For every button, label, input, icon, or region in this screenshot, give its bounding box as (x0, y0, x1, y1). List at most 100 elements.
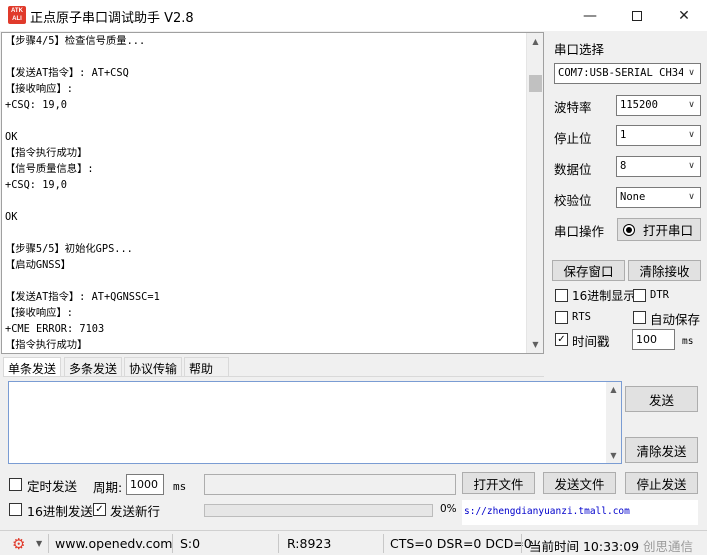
caret-down-icon[interactable]: ▼ (36, 539, 42, 548)
clear-receive-button[interactable]: 清除接收 (628, 260, 701, 281)
title-bar: ATK ALI 正点原子串口调试助手 V2.8 — ✕ (0, 0, 707, 31)
receive-line: 【步骤4/5】检查信号质量... (5, 35, 146, 47)
receive-line: +CSQ: 19,0 (5, 99, 67, 111)
stopbit-select[interactable]: 1 ∨ (616, 125, 701, 146)
send-scrollbar[interactable]: ▲ ▼ (606, 382, 621, 463)
parity-select[interactable]: None ∨ (616, 187, 701, 208)
record-icon (623, 223, 635, 236)
tab-help[interactable]: 帮助 (184, 357, 229, 377)
check-icon: ✓ (557, 334, 566, 345)
period-input[interactable]: 1000 (126, 474, 164, 495)
receive-line (5, 113, 525, 129)
timestamp-label: 时间戳 (572, 334, 610, 349)
tab-single-send[interactable]: 单条发送 (3, 357, 62, 377)
modem-signals: CTS=0 DSR=0 DCD=0 (390, 536, 532, 551)
gear-icon[interactable]: ⚙ (12, 535, 25, 553)
close-icon: ✕ (678, 7, 690, 24)
hex-send-checkbox[interactable] (9, 503, 22, 516)
save-window-button[interactable]: 保存窗口 (552, 260, 625, 281)
receive-line (5, 273, 525, 289)
receive-line: 【步骤5/5】初始化GPS... (5, 243, 133, 255)
sent-count: S:0 (180, 536, 201, 551)
rts-checkbox[interactable] (555, 311, 568, 324)
open-port-button[interactable]: 打开串口 (617, 218, 701, 241)
tab-divider (3, 376, 544, 377)
dtr-label: DTR (650, 289, 669, 301)
check-icon: ✓ (95, 504, 104, 515)
maximize-icon (632, 10, 642, 21)
send-file-button[interactable]: 发送文件 (543, 472, 616, 494)
parity-select-value: None (620, 191, 646, 203)
current-time: 当前时间 10:33:09 (529, 539, 640, 554)
port-select[interactable]: COM7:USB-SERIAL CH340 ∨ (554, 63, 701, 84)
send-newline-label: 发送新行 (110, 504, 161, 519)
receive-line: +CME ERROR: 7103 (5, 323, 105, 335)
status-bar: ⚙ ▼ www.openedv.com S:0 R:8923 CTS=0 DSR… (0, 530, 707, 555)
maximize-button[interactable] (614, 0, 660, 31)
open-file-button[interactable]: 打开文件 (462, 472, 535, 494)
close-button[interactable]: ✕ (661, 0, 707, 31)
scroll-up-icon[interactable]: ▲ (606, 382, 621, 397)
parity-label: 校验位 (554, 193, 592, 208)
stopbit-label: 停止位 (554, 131, 592, 146)
chevron-down-icon: ∨ (683, 96, 700, 115)
hex-send-label: 16进制发送 (27, 504, 93, 519)
status-separator (48, 534, 49, 553)
chevron-down-icon: ∨ (683, 188, 700, 207)
receive-line: +CSQ: 19,0 (5, 179, 67, 191)
baud-select[interactable]: 115200 ∨ (616, 95, 701, 116)
tab-protocol[interactable]: 协议传输 (124, 357, 183, 377)
clear-send-button[interactable]: 清除发送 (625, 437, 698, 463)
operation-label: 串口操作 (554, 224, 605, 239)
receive-line: 【发送AT指令】: AT+QGNSSC=1 (5, 291, 160, 303)
hex-display-checkbox[interactable] (555, 289, 568, 302)
timestamp-checkbox[interactable]: ✓ (555, 333, 568, 346)
tab-multi-send[interactable]: 多条发送 (64, 357, 123, 377)
store-link[interactable]: s://zhengdianyuanzi.tmall.com (464, 506, 630, 517)
receive-line: 【接收响应】: (5, 83, 73, 95)
databit-select[interactable]: 8 ∨ (616, 156, 701, 177)
port-select-label: 串口选择 (554, 42, 605, 57)
baud-select-value: 115200 (620, 99, 658, 111)
port-select-value: COM7:USB-SERIAL CH340 (558, 67, 691, 79)
stop-send-button[interactable]: 停止发送 (625, 472, 698, 494)
file-path-field[interactable] (204, 474, 456, 495)
receive-line: 【接收响应】: (5, 307, 73, 319)
chevron-down-icon: ∨ (683, 157, 700, 176)
watermark: 创思通信 (643, 539, 694, 554)
scroll-down-icon[interactable]: ▼ (606, 448, 621, 463)
receive-line: 【启动GNSS】 (5, 259, 71, 271)
received-count: R:8923 (287, 536, 332, 551)
minimize-button[interactable]: — (567, 0, 613, 31)
timestamp-unit: ms (682, 336, 694, 347)
chevron-down-icon: ∨ (683, 126, 700, 145)
receive-textarea[interactable]: 【步骤4/5】检查信号质量... 【发送AT指令】: AT+CSQ 【接收响应】:… (1, 32, 544, 354)
scroll-up-icon[interactable]: ▲ (527, 33, 543, 50)
databit-select-value: 8 (620, 160, 627, 172)
send-newline-checkbox[interactable]: ✓ (93, 503, 106, 516)
timestamp-input[interactable]: 100 (632, 329, 675, 350)
dtr-checkbox[interactable] (633, 289, 646, 302)
baud-label: 波特率 (554, 100, 592, 115)
scroll-thumb[interactable] (529, 75, 542, 92)
databit-label: 数据位 (554, 162, 592, 177)
auto-save-checkbox[interactable] (633, 311, 646, 324)
timed-send-checkbox[interactable] (9, 478, 22, 491)
period-label: 周期: (93, 480, 123, 495)
open-port-label: 打开串口 (643, 223, 694, 238)
period-unit: ms (173, 480, 187, 493)
receive-line: 【发送AT指令】: AT+CSQ (5, 67, 129, 79)
rts-label: RTS (572, 311, 591, 323)
receive-text: 【步骤4/5】检查信号质量... 【发送AT指令】: AT+CSQ 【接收响应】:… (5, 33, 525, 353)
website-link[interactable]: www.openedv.com (55, 536, 172, 551)
receive-line: 【指令执行成功】 (5, 147, 88, 159)
receive-line (5, 49, 525, 65)
send-textarea[interactable]: ▲ ▼ (8, 381, 622, 464)
window-title: 正点原子串口调试助手 V2.8 (30, 11, 194, 26)
link-box[interactable]: s://zhengdianyuanzi.tmall.com (462, 500, 698, 525)
receive-scrollbar[interactable]: ▲ ▼ (526, 33, 543, 353)
progress-text: 0% (440, 503, 457, 515)
app-logo: ATK ALI (8, 6, 26, 24)
send-button[interactable]: 发送 (625, 386, 698, 412)
scroll-down-icon[interactable]: ▼ (527, 336, 543, 353)
